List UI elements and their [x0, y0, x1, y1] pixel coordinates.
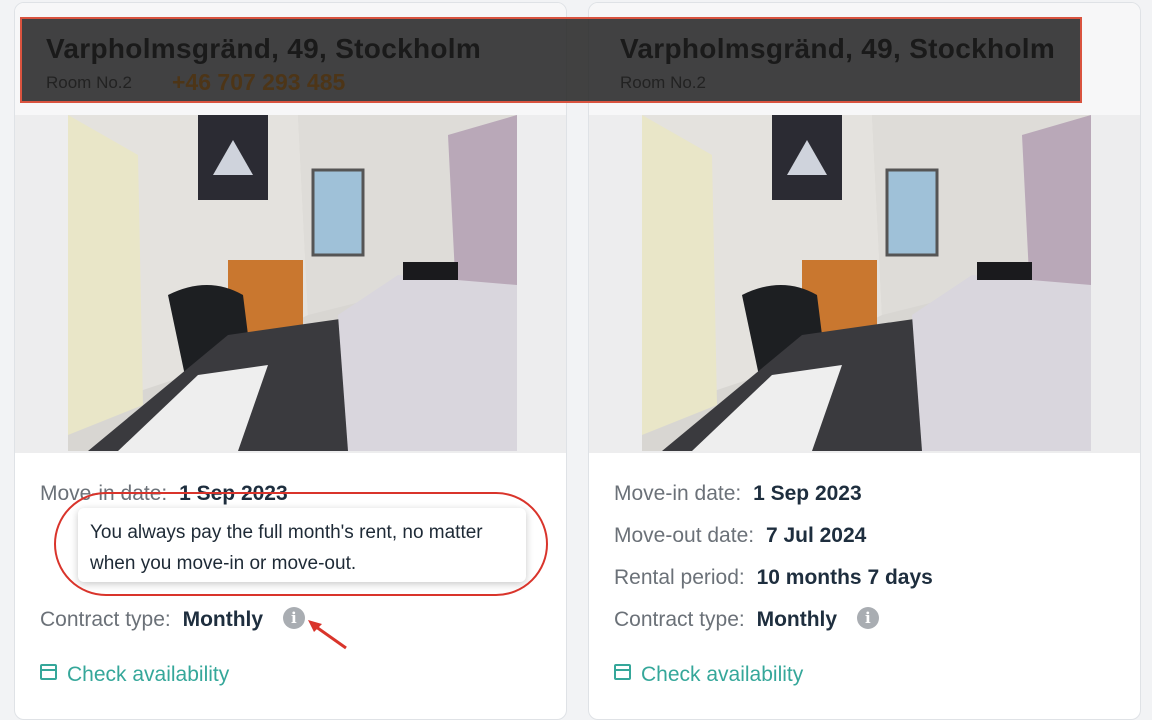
- room-photo[interactable]: [68, 115, 517, 451]
- check-availability-label: Check availability: [641, 663, 804, 686]
- listing-details: Move-in date: 1 Sep 2023 Move-out date: …: [614, 473, 1114, 641]
- contract-type-value: Monthly: [182, 608, 264, 631]
- room-photo[interactable]: [642, 115, 1091, 451]
- info-icon[interactable]: i: [856, 607, 879, 629]
- annotation-arrow: [308, 620, 347, 650]
- listing-card-1[interactable]: Move-in date: 1 Sep 2023 Contract type: …: [14, 2, 567, 720]
- check-availability-label: Check availability: [67, 663, 230, 686]
- move-out-label: Move-out date:: [614, 524, 755, 547]
- contract-type-label: Contract type:: [614, 608, 745, 631]
- move-in-label: Move-in date:: [614, 482, 742, 505]
- contract-type-label: Contract type:: [40, 608, 171, 631]
- check-availability-link[interactable]: Check availability: [40, 663, 229, 687]
- rental-period-label: Rental period:: [614, 566, 745, 589]
- move-in-value: 1 Sep 2023: [753, 482, 862, 505]
- contract-type-row: Contract type: Monthly i: [614, 599, 1114, 641]
- listing-2-address: Varpholmsgränd, 49, Stockholm: [620, 33, 1056, 64]
- move-out-row: Move-out date: 7 Jul 2024: [614, 515, 1114, 557]
- photo-area: [589, 115, 1140, 453]
- contract-type-value: Monthly: [756, 608, 838, 631]
- photo-area: [15, 115, 566, 453]
- address-banner: Varpholmsgränd, 49, Stockholm Room No.2 …: [20, 17, 1082, 103]
- calendar-icon: [614, 664, 631, 680]
- rental-period-value: 10 months 7 days: [756, 566, 933, 589]
- listing-1-address: Varpholmsgränd, 49, Stockholm: [46, 33, 482, 64]
- listing-1-room: Room No.2: [46, 73, 132, 92]
- listing-1-phone: +46 707 293 485: [172, 69, 346, 95]
- rental-period-row: Rental period: 10 months 7 days: [614, 557, 1114, 599]
- calendar-icon: [40, 664, 57, 680]
- listing-2-room: Room No.2: [620, 73, 706, 92]
- check-availability-link[interactable]: Check availability: [614, 663, 803, 687]
- move-in-row: Move-in date: 1 Sep 2023: [614, 473, 1114, 515]
- move-out-value: 7 Jul 2024: [765, 524, 867, 547]
- annotation-ellipse: [54, 492, 548, 596]
- listing-card-2[interactable]: Move-in date: 1 Sep 2023 Move-out date: …: [588, 2, 1141, 720]
- contract-type-row: Contract type: Monthly i: [40, 599, 540, 641]
